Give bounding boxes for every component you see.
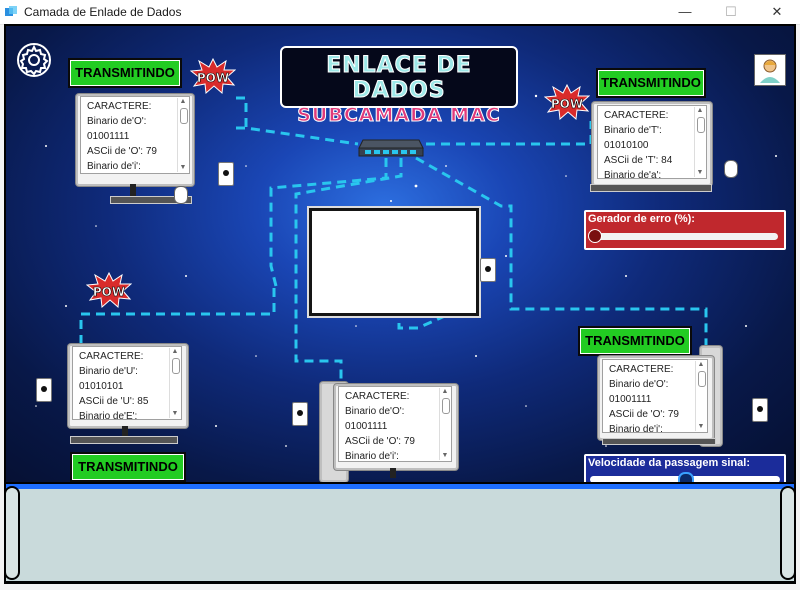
central-display bbox=[309, 208, 479, 316]
info-line: CARACTERE: bbox=[609, 364, 674, 375]
char-info-box[interactable]: CARACTERE: Binario de'O': 01001111 ASCii… bbox=[338, 386, 452, 462]
info-scrollbar[interactable]: ▲ ▼ bbox=[694, 107, 705, 177]
info-line: 01001111 bbox=[345, 421, 388, 432]
info-line: Binario de'U': bbox=[79, 366, 138, 377]
info-line: CARACTERE: bbox=[345, 391, 410, 402]
info-line: Binario de'T': bbox=[604, 125, 662, 136]
transmit-status-badge: TRANSMITINDO bbox=[68, 58, 182, 88]
info-line: CARACTERE: bbox=[87, 101, 152, 112]
info-line: ASCii de 'O': 79 bbox=[609, 409, 679, 420]
pow-text: POW bbox=[197, 71, 229, 85]
info-line: 01001111 bbox=[87, 131, 130, 142]
pipe-right-end bbox=[780, 486, 796, 580]
signal-speed-panel: Velocidade da passagem sinal: bbox=[584, 454, 786, 482]
info-line: Binario de'a': bbox=[604, 170, 662, 179]
pow-icon: POW bbox=[190, 58, 236, 94]
transmit-status-badge: TRANSMITINDO bbox=[70, 452, 186, 482]
space-background: ENLACE DE DADOS SUBCAMADA MAC POW POW PO… bbox=[6, 26, 794, 482]
power-outlet-icon bbox=[292, 402, 308, 426]
char-info-box[interactable]: CARACTERE: Binario de'O': 01001111 ASCii… bbox=[602, 359, 708, 433]
info-line: Binario de'O': bbox=[609, 379, 669, 390]
header-subtitle: SUBCAMADA MAC bbox=[297, 104, 501, 127]
monitor-stand bbox=[390, 468, 396, 478]
transmit-status-badge: TRANSMITINDO bbox=[596, 68, 706, 98]
error-generator-slider-thumb[interactable] bbox=[588, 229, 602, 243]
info-scrollbar[interactable]: ▲ ▼ bbox=[169, 348, 180, 418]
power-outlet-icon bbox=[36, 378, 52, 402]
close-button[interactable]: ✕ bbox=[754, 0, 800, 24]
info-scrollbar[interactable]: ▲ ▼ bbox=[177, 98, 188, 172]
transmit-status-badge: TRANSMITINDO bbox=[578, 326, 692, 356]
simulation-stage: ENLACE DE DADOS SUBCAMADA MAC POW POW PO… bbox=[4, 24, 796, 584]
app-icon bbox=[5, 6, 17, 16]
minimize-button[interactable]: — bbox=[662, 0, 708, 24]
transmission-medium-pipe bbox=[4, 484, 796, 581]
error-generator-panel: Gerador de erro (%): bbox=[584, 210, 786, 250]
info-line: Binario de'i': bbox=[345, 451, 399, 462]
signal-speed-slider-thumb[interactable] bbox=[678, 472, 694, 482]
info-line: Binario de'i': bbox=[609, 424, 663, 433]
info-scrollbar[interactable]: ▲ ▼ bbox=[439, 388, 450, 460]
info-line: CARACTERE: bbox=[79, 351, 144, 362]
info-line: CARACTERE: bbox=[604, 110, 669, 121]
char-info-box[interactable]: CARACTERE: Binario de'U': 01010101 ASCii… bbox=[72, 346, 182, 420]
error-generator-slider-track[interactable] bbox=[592, 233, 778, 240]
char-info-box[interactable]: CARACTERE: Binario de'O': 01001111 ASCii… bbox=[80, 96, 190, 174]
header-title-box: ENLACE DE DADOS SUBCAMADA MAC bbox=[280, 46, 518, 127]
title-bar: Camada de Enlade de Dados — ☐ ✕ bbox=[0, 0, 800, 25]
monitor-stand bbox=[130, 184, 136, 196]
info-scrollbar[interactable]: ▲ ▼ bbox=[695, 361, 706, 431]
power-outlet-icon bbox=[218, 162, 234, 186]
info-line: ASCii de 'O': 79 bbox=[345, 436, 415, 447]
pow-icon: POW bbox=[86, 272, 132, 308]
power-plug-icon bbox=[724, 160, 738, 178]
signal-speed-label: Velocidade da passagem sinal: bbox=[588, 457, 751, 469]
error-generator-label: Gerador de erro (%): bbox=[588, 213, 695, 225]
gear-icon[interactable] bbox=[14, 40, 54, 80]
char-info-box[interactable]: CARACTERE: Binario de'T': 01010100 ASCii… bbox=[597, 105, 707, 179]
avatar-icon[interactable] bbox=[754, 54, 786, 86]
info-line: Binario de'O': bbox=[345, 406, 405, 417]
pipe-left-end bbox=[4, 486, 20, 580]
info-line: 01010101 bbox=[79, 381, 124, 392]
info-line: ASCii de 'T': 84 bbox=[604, 155, 673, 166]
power-outlet-icon bbox=[480, 258, 496, 282]
pow-text: POW bbox=[551, 97, 583, 111]
info-line: Binario de'i': bbox=[87, 161, 141, 172]
header-title: ENLACE DE DADOS bbox=[326, 53, 472, 104]
info-line: 01001111 bbox=[609, 394, 652, 405]
info-line: ASCii de 'O': 79 bbox=[87, 146, 157, 157]
monitor-base bbox=[602, 438, 716, 445]
info-line: Binario de'O': bbox=[87, 116, 147, 127]
monitor-base bbox=[70, 436, 178, 444]
info-line: Binario de'E': bbox=[79, 411, 138, 420]
laptop-base bbox=[590, 184, 712, 192]
info-line: ASCii de 'U': 85 bbox=[79, 396, 149, 407]
pow-text: POW bbox=[93, 285, 125, 299]
power-outlet-icon bbox=[752, 398, 768, 422]
pow-icon: POW bbox=[544, 84, 590, 120]
power-plug-icon bbox=[174, 186, 188, 204]
maximize-button[interactable]: ☐ bbox=[708, 0, 754, 24]
avatar-figure-icon bbox=[760, 59, 780, 83]
monitor-stand bbox=[122, 426, 128, 436]
info-line: 01010100 bbox=[604, 140, 649, 151]
switch-icon bbox=[358, 139, 424, 157]
window-title: Camada de Enlade de Dados bbox=[24, 5, 182, 19]
